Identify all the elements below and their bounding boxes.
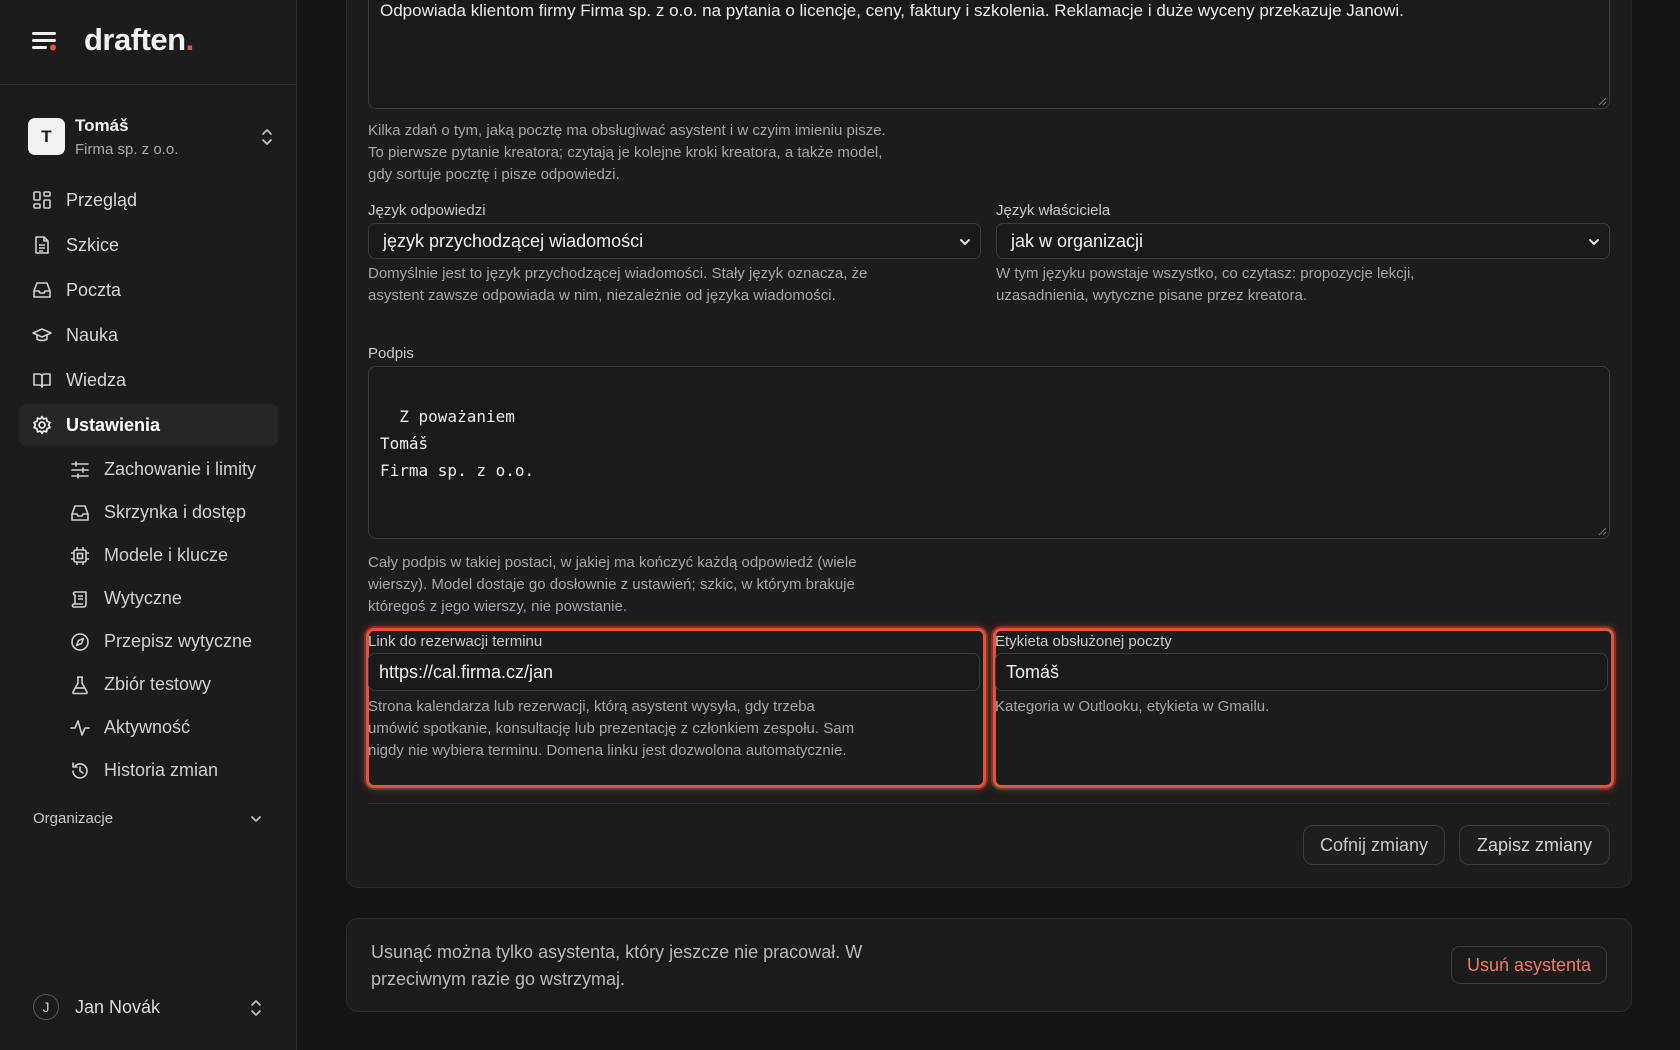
nav-item-label: Poczta	[66, 279, 122, 300]
sub-item-label: Aktywność	[104, 717, 191, 737]
sub-item-label: Wytyczne	[104, 588, 182, 608]
delete-assistant-button[interactable]: Usuń asystenta	[1451, 946, 1607, 984]
owner-language-value: jak w organizacji	[1011, 231, 1144, 251]
nav-item-przeglad[interactable]: Przegląd	[19, 179, 278, 221]
sidebar: draften. T Tomáš Firma sp. z o.o. Przegl…	[0, 0, 297, 1050]
flask-icon	[72, 675, 88, 694]
history-icon	[72, 761, 88, 779]
sliders-icon	[71, 460, 89, 479]
sub-item-label: Modele i klucze	[104, 545, 229, 565]
sub-item-przepisz[interactable]: Przepisz wytyczne	[19, 621, 278, 662]
activity-icon	[70, 719, 90, 736]
signature-value: Z poważaniem Tomáš Firma sp. z o.o.	[380, 407, 535, 480]
inbox-icon	[33, 282, 51, 298]
chevrons-up-down-icon	[262, 129, 272, 145]
sub-item-zachowanie[interactable]: Zachowanie i limity	[19, 449, 278, 490]
resize-grip-icon[interactable]	[1598, 97, 1607, 106]
sub-item-label: Zachowanie i limity	[104, 459, 257, 479]
nav-item-ustawienia[interactable]: Ustawienia	[19, 404, 278, 446]
nav-item-label: Nauka	[66, 324, 119, 345]
chevron-down-icon	[960, 239, 970, 245]
nav-item-wiedza[interactable]: Wiedza	[19, 359, 278, 401]
save-button[interactable]: Zapisz zmiany	[1459, 825, 1610, 865]
handled-label-input[interactable]: Tomáš	[995, 653, 1608, 691]
booking-link-help: Strona kalendarza lub rezerwacji, którą …	[368, 698, 855, 759]
booking-link-value: https://cal.firma.cz/jan	[379, 662, 554, 682]
main-nav: Przegląd Szkice Poczta Nauka Wiedza Usta…	[19, 179, 278, 793]
danger-zone-card: Usunąć można tylko asystenta, który jesz…	[346, 918, 1632, 1012]
compass-icon	[71, 632, 89, 651]
reply-language-select[interactable]: język przychodzącej wiadomości	[368, 223, 981, 259]
sub-item-label: Skrzynka i dostęp	[104, 502, 247, 522]
revert-button[interactable]: Cofnij zmiany	[1303, 825, 1445, 865]
org-switcher[interactable]: T Tomáš Firma sp. z o.o.	[28, 114, 274, 162]
nav-item-label: Wiedza	[66, 369, 127, 390]
org-avatar: T	[28, 118, 65, 155]
sub-item-historia[interactable]: Historia zmian	[19, 750, 278, 791]
booking-link-input[interactable]: https://cal.firma.cz/jan	[368, 653, 980, 691]
sub-item-modele[interactable]: Modele i klucze	[19, 535, 278, 576]
reply-language-label: Język odpowiedzi	[368, 202, 486, 219]
chip-icon	[71, 546, 89, 565]
chevrons-up-down-icon	[251, 1000, 261, 1016]
scroll-icon	[71, 590, 87, 608]
organizations-label: Organizacje	[33, 810, 114, 827]
sub-item-wytyczne[interactable]: Wytyczne	[19, 578, 278, 619]
user-menu[interactable]: J Jan Novák	[33, 994, 263, 1022]
org-company: Firma sp. z o.o.	[75, 141, 179, 158]
divider	[368, 803, 1610, 804]
resize-grip-icon[interactable]	[1598, 527, 1607, 536]
signature-label: Podpis	[368, 345, 414, 362]
logo[interactable]: draften.	[84, 22, 194, 58]
file-icon	[35, 236, 49, 254]
owner-language-select[interactable]: jak w organizacji	[996, 223, 1610, 259]
user-avatar: J	[33, 994, 59, 1020]
sub-item-label: Historia zmian	[104, 760, 219, 780]
book-icon	[33, 373, 51, 388]
sub-item-zbior[interactable]: Zbiór testowy	[19, 664, 278, 705]
brand-header: draften.	[0, 0, 297, 85]
description-help: Kilka zdań o tym, jaką pocztę ma obsługi…	[368, 122, 886, 183]
inbox-icon	[71, 504, 89, 521]
description-textarea[interactable]: Odpowiada klientom firmy Firma sp. z o.o…	[368, 0, 1610, 109]
reply-language-help: Domyślnie jest to język przychodzącej wi…	[368, 265, 868, 304]
owner-language-help: W tym języku powstaje wszystko, co czyta…	[996, 265, 1415, 304]
booking-link-label: Link do rezerwacji terminu	[368, 633, 543, 650]
sub-item-aktywnosc[interactable]: Aktywność	[19, 707, 278, 748]
sub-item-label: Zbiór testowy	[104, 674, 212, 694]
gear-icon	[33, 415, 51, 435]
menu-icon[interactable]	[32, 30, 60, 54]
handled-label-help: Kategoria w Outlooku, etykieta w Gmailu.	[995, 698, 1270, 715]
handled-label-value: Tomáš	[1006, 662, 1060, 682]
reply-language-value: język przychodzącej wiadomości	[383, 231, 644, 251]
org-name: Tomáš	[75, 116, 129, 135]
nav-item-poczta[interactable]: Poczta	[19, 269, 278, 311]
owner-language-label: Język właściciela	[996, 202, 1111, 219]
signature-textarea[interactable]: Z poważaniem Tomáš Firma sp. z o.o.	[368, 366, 1610, 539]
nav-item-label: Szkice	[66, 234, 120, 255]
nav-item-nauka[interactable]: Nauka	[19, 314, 278, 356]
chevron-down-icon	[1589, 239, 1599, 245]
danger-zone-text: Usunąć można tylko asystenta, który jesz…	[371, 942, 863, 989]
chevron-down-icon	[251, 816, 261, 822]
organizations-toggle[interactable]: Organizacje	[33, 810, 263, 830]
signature-help: Cały podpis w takiej postaci, w jakiej m…	[368, 554, 857, 615]
handled-label-label: Etykieta obsłużonej poczty	[995, 633, 1172, 650]
nav-item-label: Przegląd	[66, 189, 138, 210]
user-name: Jan Novák	[75, 997, 161, 1017]
nav-item-szkice[interactable]: Szkice	[19, 224, 278, 266]
sub-item-label: Przepisz wytyczne	[104, 631, 253, 651]
grid-icon	[33, 191, 51, 209]
sub-item-skrzynka[interactable]: Skrzynka i dostęp	[19, 492, 278, 533]
description-value: Odpowiada klientom firmy Firma sp. z o.o…	[380, 1, 1404, 20]
nav-item-label: Ustawienia	[66, 414, 161, 435]
graduation-cap-icon	[32, 328, 52, 342]
